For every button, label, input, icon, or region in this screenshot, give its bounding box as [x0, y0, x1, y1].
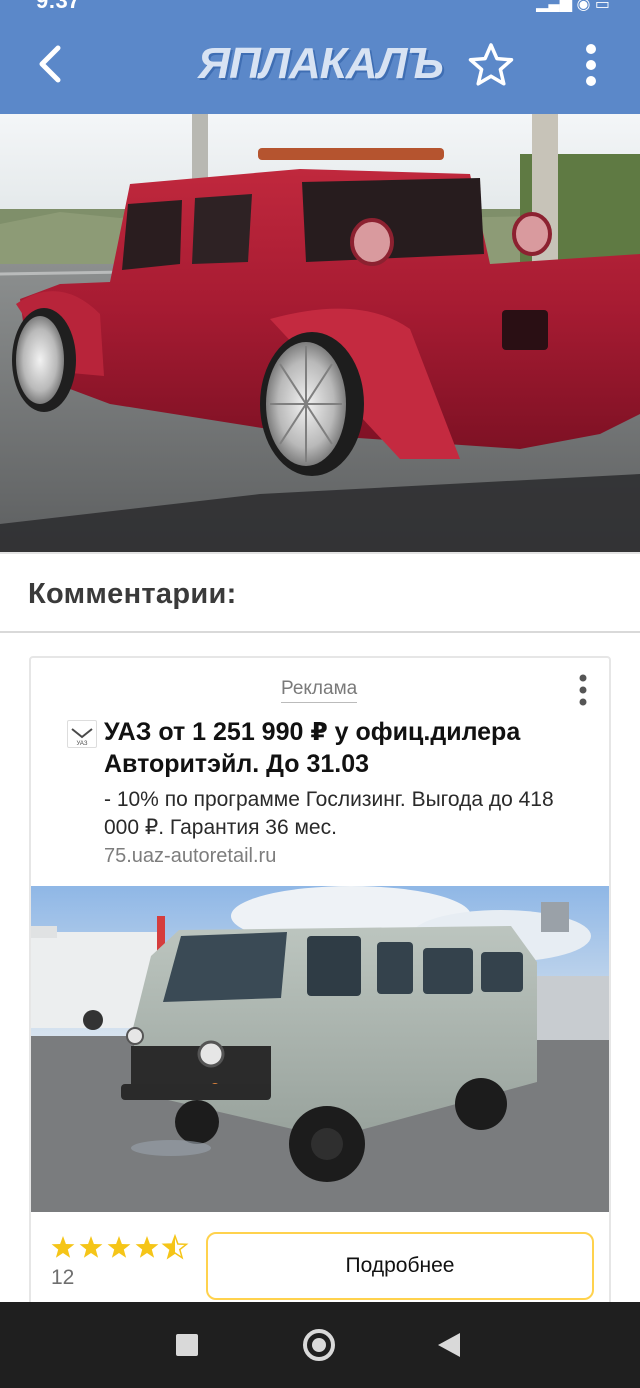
advertiser-logo: УАЗ: [67, 720, 97, 748]
rating-star: [51, 1236, 75, 1258]
comments-divider: [0, 631, 640, 633]
more-menu-button[interactable]: [574, 38, 608, 94]
ad-image[interactable]: [31, 886, 609, 1212]
system-nav-bar: [0, 1302, 640, 1388]
star-rating-icon: [51, 1233, 189, 1260]
ad-card[interactable]: Реклама УАЗ УАЗ от 1 251 990 ₽ у офиц.ди…: [29, 656, 611, 1316]
more-vertical-icon: [586, 44, 596, 86]
ad-label: Реклама: [281, 678, 358, 703]
circle-icon[interactable]: [303, 1329, 335, 1361]
app-logo[interactable]: ЯПЛАКАЛЪ: [198, 38, 444, 90]
uaz-van-image: [31, 886, 609, 1212]
rating-star: [135, 1236, 159, 1258]
ad-title[interactable]: УАЗ от 1 251 990 ₽ у офиц.дилера Авторит…: [104, 716, 584, 780]
ad-description: - 10% по программе Гослизинг. Выгода до …: [104, 788, 554, 839]
triangle-back-icon[interactable]: [438, 1333, 460, 1357]
status-bar: 9:37 ▂▄▆ ◉ ▭: [0, 0, 640, 12]
more-vertical-icon: [579, 674, 587, 706]
svg-text:УАЗ: УАЗ: [77, 741, 88, 747]
comments-heading: Комментарии:: [28, 578, 237, 610]
favorite-button[interactable]: [466, 40, 516, 90]
rating-star: [107, 1236, 131, 1258]
status-icons: ▂▄▆ ◉ ▭: [536, 0, 610, 12]
back-button[interactable]: [30, 40, 74, 88]
rating-star: [79, 1236, 103, 1258]
ad-options-button[interactable]: [571, 670, 595, 710]
star-outline-icon: [468, 43, 514, 86]
app-bar: 9:37 ▂▄▆ ◉ ▭ ЯПЛАКАЛЪ: [0, 0, 640, 114]
square-icon[interactable]: [176, 1334, 198, 1356]
photo-divider: [0, 552, 640, 554]
ad-rating-count: 12: [51, 1266, 75, 1289]
ad-url[interactable]: 75.uaz-autoretail.ru: [104, 845, 276, 868]
ad-rating-stars: [49, 1233, 189, 1262]
chevron-left-icon: [39, 45, 61, 83]
uaz-logo-icon: УАЗ: [71, 728, 93, 747]
ad-details-button[interactable]: Подробнее: [206, 1232, 594, 1300]
red-pickup-truck-image: [0, 114, 640, 552]
post-photo[interactable]: [0, 114, 640, 552]
status-time: 9:37: [36, 0, 80, 12]
